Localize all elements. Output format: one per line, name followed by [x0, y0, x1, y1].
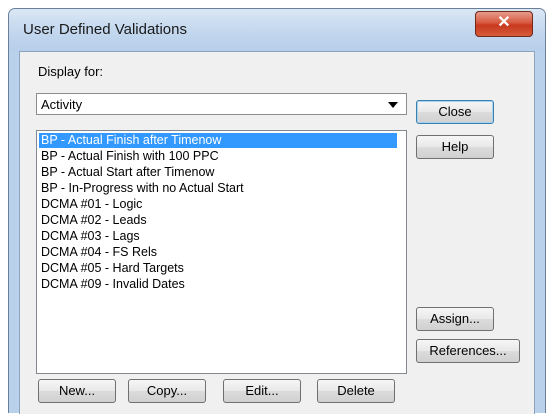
list-item[interactable]: BP - Actual Finish with 100 PPC: [39, 149, 397, 164]
dialog-client-area: Display for: Activity BP - Actual Finish…: [19, 51, 535, 414]
help-button[interactable]: Help: [416, 135, 494, 159]
list-item[interactable]: BP - Actual Finish after Timenow: [39, 133, 397, 148]
references-button[interactable]: References...: [416, 339, 520, 363]
delete-button[interactable]: Delete: [317, 379, 395, 403]
title-bar[interactable]: User Defined Validations ✕: [9, 9, 545, 51]
validations-list[interactable]: BP - Actual Finish after Timenow BP - Act…: [36, 130, 407, 374]
close-button[interactable]: Close: [416, 100, 494, 124]
chevron-down-icon[interactable]: [388, 102, 398, 108]
dialog-window: User Defined Validations ✕ Display for: …: [8, 8, 546, 414]
list-item[interactable]: DCMA #09 - Invalid Dates: [39, 277, 397, 292]
copy-button[interactable]: Copy...: [128, 379, 206, 403]
list-item[interactable]: BP - Actual Start after Timenow: [39, 165, 397, 180]
list-item[interactable]: DCMA #03 - Lags: [39, 229, 397, 244]
list-item[interactable]: DCMA #02 - Leads: [39, 213, 397, 228]
edit-button[interactable]: Edit...: [223, 379, 301, 403]
list-item[interactable]: DCMA #05 - Hard Targets: [39, 261, 397, 276]
window-close-button[interactable]: ✕: [475, 11, 533, 37]
list-item[interactable]: DCMA #04 - FS Rels: [39, 245, 397, 260]
list-item[interactable]: DCMA #01 - Logic: [39, 197, 397, 212]
close-icon: ✕: [497, 14, 511, 31]
display-for-value: Activity: [41, 97, 83, 112]
display-for-label: Display for:: [38, 64, 104, 79]
display-for-dropdown[interactable]: Activity: [36, 93, 407, 115]
new-button[interactable]: New...: [38, 379, 116, 403]
window-title: User Defined Validations: [23, 21, 187, 38]
assign-button[interactable]: Assign...: [416, 307, 494, 331]
list-item[interactable]: BP - In-Progress with no Actual Start: [39, 181, 397, 196]
